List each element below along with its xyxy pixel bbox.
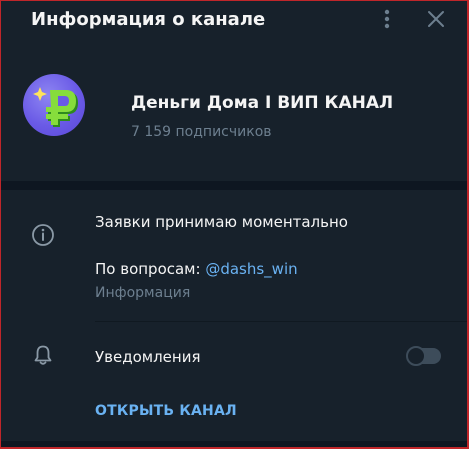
open-channel-button[interactable]: ОТКРЫТЬ КАНАЛ [95,403,237,419]
bell-icon [34,345,52,365]
close-button[interactable] [425,8,447,30]
more-vertical-icon [384,9,390,29]
info-caption: Информация [95,285,191,301]
contact-username-link[interactable]: @dashs_win [205,260,297,278]
bottom-separator [1,441,467,447]
panel-header: Информация о канале [1,1,467,41]
info-icon [32,224,54,246]
contact-prefix: По вопросам: [95,260,206,278]
close-icon [428,11,444,27]
notifications-label: Уведомления [95,348,201,366]
section-separator [1,181,467,190]
panel-title: Информация о канале [31,9,266,30]
subscriber-count: 7 159 подписчиков [131,124,272,140]
notifications-toggle[interactable] [406,346,441,366]
divider [95,321,467,322]
ruble-logo-icon [33,87,78,127]
channel-description: Заявки принимаю моментально [95,213,348,231]
toggle-knob [406,346,426,366]
more-options-button[interactable] [377,7,397,33]
channel-avatar[interactable] [23,74,85,136]
channel-info-panel: Информация о канале Деньги Дома I ВИП КА… [0,0,469,449]
channel-name: Деньги Дома I ВИП КАНАЛ [131,93,394,113]
contact-line: По вопросам: @dashs_win [95,260,298,278]
